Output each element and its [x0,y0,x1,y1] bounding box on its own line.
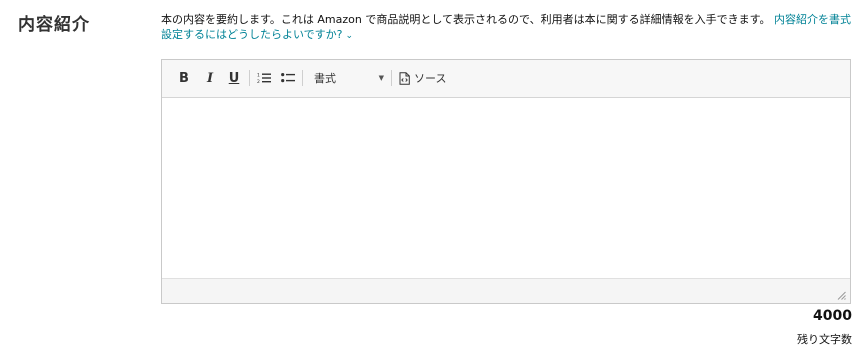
format-dropdown-label: 書式 [314,72,336,85]
underline-button[interactable]: U [226,69,242,87]
editor-toolbar: B I U 1 2 書式 ▼ ソース [162,60,850,98]
source-button[interactable]: ソース [399,69,446,87]
description-editor-input[interactable] [162,98,850,278]
bullet-list-button[interactable] [280,69,296,87]
italic-button[interactable]: I [202,69,218,87]
resize-handle-icon[interactable] [837,291,846,300]
source-button-label: ソース [414,72,447,85]
toolbar-divider [302,70,303,86]
toolbar-divider [391,70,392,86]
bold-button[interactable]: B [176,69,192,87]
editor-statusbar [162,278,850,303]
chevron-down-icon[interactable]: ⌄ [346,29,354,44]
ordered-list-button[interactable]: 1 2 [256,69,272,87]
description-text: 本の内容を要約します。これは Amazon で商品説明として表示されるので、利用… [161,13,771,26]
svg-text:2: 2 [257,79,260,84]
rich-text-editor: B I U 1 2 書式 ▼ ソース [161,59,851,304]
ordered-list-icon: 1 2 [257,73,271,84]
description: 本の内容を要約します。これは Amazon で商品説明として表示されるので、利用… [161,12,851,44]
source-code-icon [399,71,410,85]
format-dropdown[interactable]: 書式 ▼ [314,70,384,86]
remaining-character-count: 4000 [813,308,852,324]
svg-text:1: 1 [257,73,260,79]
bullet-list-icon [281,73,295,83]
toolbar-divider [249,70,250,86]
caret-down-icon: ▼ [378,74,384,82]
remaining-character-label: 残り文字数 [797,333,852,346]
section-title: 内容紹介 [18,15,90,35]
